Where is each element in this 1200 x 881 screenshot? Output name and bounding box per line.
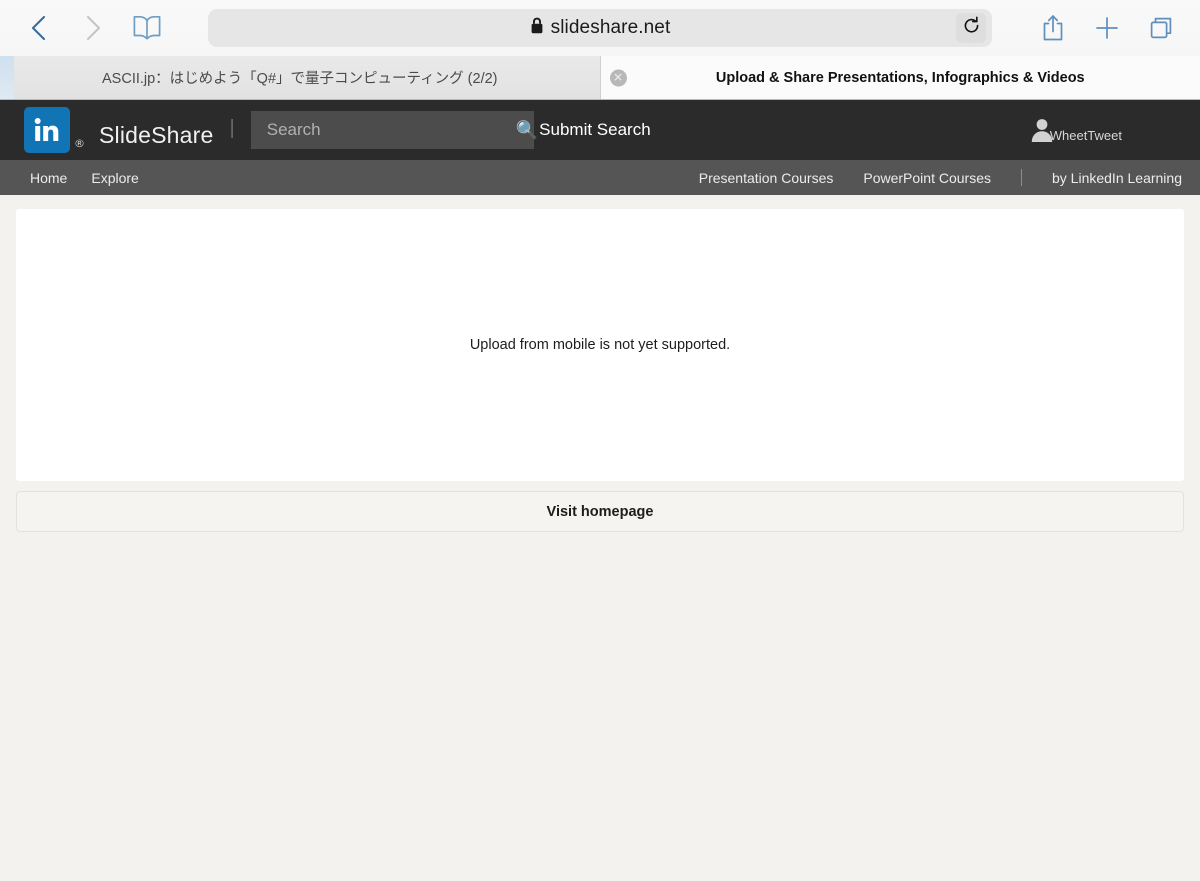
- address-bar[interactable]: slideshare.net: [208, 9, 992, 47]
- page-viewport: ® SlideShare | Search 🔍 Submit Search Wh…: [0, 100, 1200, 781]
- book-icon: [132, 14, 162, 42]
- tabs-overview-icon: [1147, 14, 1175, 42]
- browser-toolbar: slideshare.net: [0, 0, 1200, 56]
- tab-accent: [0, 56, 14, 99]
- address-bar-content: slideshare.net: [530, 17, 671, 40]
- bookmarks-button[interactable]: [120, 6, 174, 50]
- submit-search-button[interactable]: 🔍 Submit Search: [516, 120, 651, 141]
- share-icon: [1041, 13, 1065, 43]
- brand-name: SlideShare: [99, 122, 214, 148]
- tabs-overview-button[interactable]: [1134, 6, 1188, 50]
- content-card: Upload from mobile is not yet supported.: [16, 209, 1184, 481]
- browser-tab-active[interactable]: ✕ Upload & Share Presentations, Infograp…: [600, 56, 1200, 99]
- reload-icon: [962, 16, 981, 40]
- browser-chrome: slideshare.net ASCII.jp：はじめよう「Q#」で量子コンピュ…: [0, 0, 1200, 100]
- chevron-right-icon: [82, 13, 104, 43]
- user-menu[interactable]: WheetTweet: [1030, 117, 1122, 143]
- site-nav: Home Explore Presentation Courses PowerP…: [0, 160, 1200, 195]
- nav-item-explore[interactable]: Explore: [91, 170, 138, 186]
- linkedin-logo-icon: [24, 107, 70, 153]
- site-nav-right: Presentation Courses PowerPoint Courses …: [669, 169, 1182, 186]
- address-bar-container: slideshare.net: [174, 9, 1026, 47]
- nav-item-presentation-courses[interactable]: Presentation Courses: [699, 170, 834, 186]
- reload-button[interactable]: [956, 13, 986, 43]
- visit-homepage-label: Visit homepage: [546, 503, 654, 520]
- tab-title: Upload & Share Presentations, Infographi…: [715, 69, 1085, 86]
- tab-close-icon[interactable]: ✕: [609, 69, 627, 86]
- nav-divider: [1021, 169, 1022, 186]
- nav-item-home[interactable]: Home: [30, 170, 67, 186]
- share-button[interactable]: [1026, 6, 1080, 50]
- registered-mark: ®: [74, 137, 85, 150]
- site-nav-left: Home Explore: [30, 170, 139, 186]
- search-icon: 🔍: [515, 119, 539, 141]
- back-button[interactable]: [12, 6, 66, 50]
- lock-icon: [530, 17, 544, 40]
- tab-title: ASCII.jp：はじめよう「Q#」で量子コンピューティング (2/2): [102, 71, 498, 87]
- plus-icon: [1093, 14, 1121, 42]
- url-text: slideshare.net: [550, 17, 671, 38]
- tab-bar: ASCII.jp：はじめよう「Q#」で量子コンピューティング (2/2) ✕ U…: [0, 56, 1200, 100]
- site-brand[interactable]: ® SlideShare: [24, 107, 214, 153]
- submit-search-label: Submit Search: [539, 120, 651, 139]
- new-tab-button[interactable]: [1080, 6, 1134, 50]
- nav-item-linkedin-learning[interactable]: by LinkedIn Learning: [1052, 170, 1182, 186]
- search-input[interactable]: Search: [250, 111, 534, 149]
- forward-button[interactable]: [66, 6, 120, 50]
- toolbar-right-buttons: [1026, 6, 1188, 50]
- nav-item-powerpoint-courses[interactable]: PowerPoint Courses: [863, 170, 991, 186]
- visit-homepage-button[interactable]: Visit homepage: [16, 491, 1184, 532]
- page-body: Upload from mobile is not yet supported.…: [0, 195, 1200, 532]
- browser-tab-inactive[interactable]: ASCII.jp：はじめよう「Q#」で量子コンピューティング (2/2): [0, 56, 601, 99]
- user-name: WheetTweet: [1049, 127, 1122, 143]
- upload-unsupported-message: Upload from mobile is not yet supported.: [469, 337, 731, 353]
- search-placeholder: Search: [266, 120, 321, 139]
- brand-separator: |: [229, 116, 235, 139]
- site-header: ® SlideShare | Search 🔍 Submit Search Wh…: [0, 100, 1200, 160]
- chevron-left-icon: [28, 13, 50, 43]
